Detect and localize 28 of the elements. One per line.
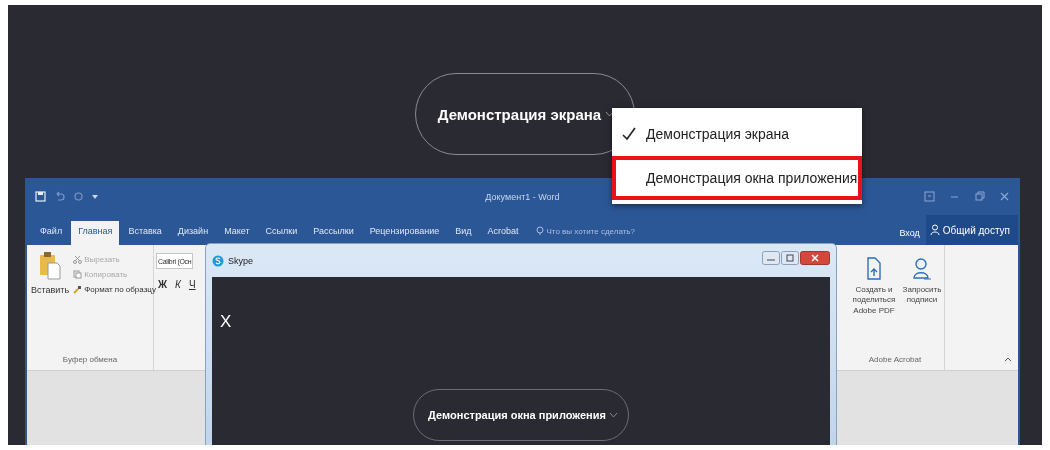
create-pdf-button[interactable]: Создать и поделиться Adobe PDF: [848, 257, 900, 317]
ribbon-tab[interactable]: Файл: [33, 221, 70, 241]
sign-in-link[interactable]: Вход: [893, 221, 926, 245]
paste-button[interactable]: Вставить: [31, 251, 70, 295]
underline-button[interactable]: Ч: [186, 279, 198, 290]
close-button[interactable]: X: [220, 312, 232, 332]
ribbon-tab[interactable]: Рецензирование: [362, 221, 447, 241]
request-signatures-button[interactable]: Запросить подписи: [902, 257, 942, 317]
italic-button[interactable]: К: [173, 279, 183, 290]
ribbon-tab[interactable]: Вставка: [121, 221, 169, 241]
ribbon-tab[interactable]: Макет: [217, 221, 257, 241]
ribbon-tab[interactable]: Дизайн: [170, 221, 216, 241]
window-share-button[interactable]: Демонстрация окна приложения: [413, 389, 629, 441]
window-title: Skype: [228, 255, 253, 266]
menu-item[interactable]: Демонстрация окна приложения: [612, 156, 862, 200]
share-button[interactable]: Общий доступ: [925, 215, 1018, 245]
ribbon-tab[interactable]: Ссылки: [258, 221, 305, 241]
ribbon-tab[interactable]: Главная: [71, 221, 120, 245]
ribbon-tab[interactable]: Рассылки: [306, 221, 361, 241]
clipboard-action[interactable]: Формат по образцу: [73, 285, 156, 294]
screen-share-button[interactable]: Демонстрация экрана: [414, 73, 636, 155]
window-title: Документ1 - Word: [485, 192, 560, 202]
group-label: Буфер обмена: [61, 355, 119, 366]
group-label: Adobe Acrobat: [867, 355, 923, 366]
tell-me-field[interactable]: Что вы хотите сделать?: [535, 221, 635, 241]
ribbon-tab[interactable]: Вид: [448, 221, 479, 241]
bold-button[interactable]: Ж: [156, 279, 170, 290]
ribbon-tab[interactable]: Acrobat: [480, 221, 526, 241]
